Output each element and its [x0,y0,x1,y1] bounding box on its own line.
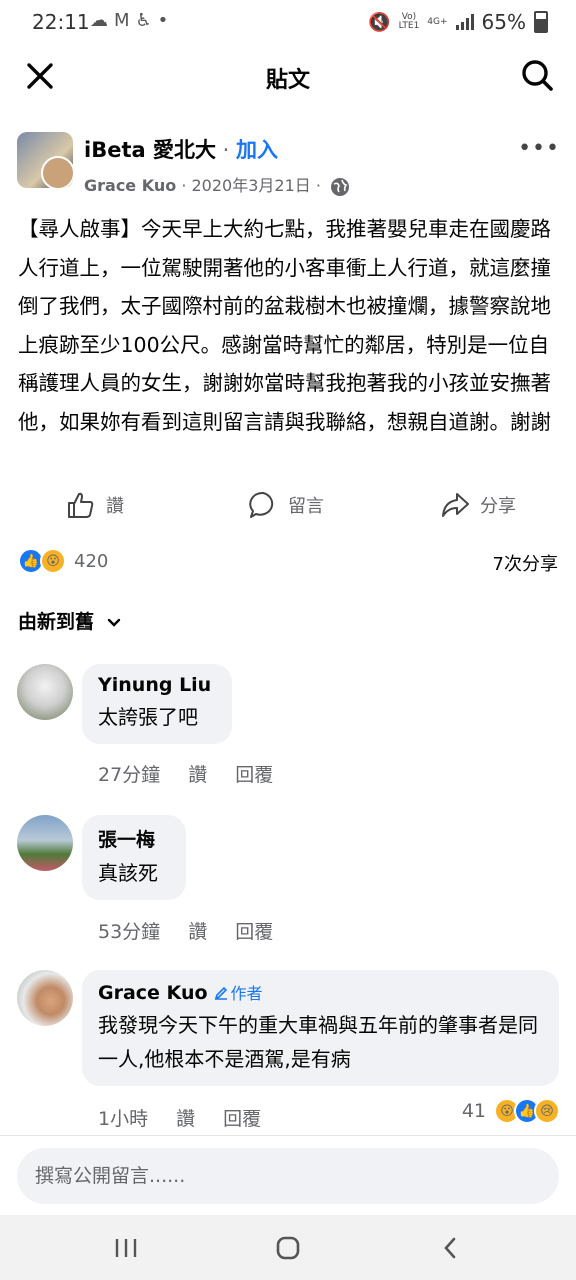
post-action-bar: 讚 留言 分享 [0,490,576,534]
recent-apps-icon[interactable] [106,1233,146,1263]
share-count[interactable]: 7次分享 [493,550,558,576]
comment-reactions[interactable]: 41 😮 👍 😢 [462,1098,560,1124]
comment-like-button[interactable]: 讚 [176,1108,195,1130]
comment-reply-button[interactable]: 回覆 [223,1108,261,1130]
battery-percent: 65% [481,10,526,34]
share-icon [442,493,469,517]
volte-indicator: Vo) LTE1 [398,12,420,31]
home-icon[interactable] [268,1233,308,1263]
battery-icon [534,11,548,33]
more-options-icon[interactable]: ••• [518,136,560,161]
compose-area: 撰寫公開留言...... [0,1135,576,1216]
sort-label: 由新到舊 [18,611,95,633]
commenter-avatar[interactable] [17,815,73,871]
group-name[interactable]: iBeta 愛北大 [84,138,216,162]
comment-icon [249,491,274,518]
system-nav-bar [0,1215,576,1280]
comment-sort-dropdown[interactable]: 由新到舊 [18,607,121,634]
top-bar: 貼文 [0,44,576,108]
comment-label: 留言 [288,496,324,517]
share-button[interactable]: 分享 [440,490,516,520]
comment-like-button[interactable]: 讚 [188,764,207,786]
author-badge: 作者 [214,984,263,1003]
like-label: 讚 [106,496,124,517]
like-button[interactable]: 讚 [66,490,124,520]
commenter-name[interactable]: Yinung Liu [98,674,216,696]
separator: · [215,138,236,162]
comment-like-button[interactable]: 讚 [188,921,207,943]
comment-bubble: 張一梅 真該死 [82,815,186,900]
comment-input[interactable]: 撰寫公開留言...... [17,1148,559,1204]
comment-time: 53分鐘 [98,921,161,943]
back-icon[interactable] [430,1233,470,1263]
reaction-summary[interactable]: 👍 😮 420 [18,548,108,574]
globe-icon [331,177,350,196]
comment-text: 太誇張了吧 [98,705,198,729]
pencil-icon [214,986,227,1000]
comment-text: 我發現今天下午的重大車禍與五年前的肇事者是同一人,他根本不是酒駕,是有病 [98,1013,538,1071]
status-bar: 22:11 ☁M♿• 🔇 Vo) LTE1 4G+ 65% [0,0,576,44]
notification-icons: ☁M♿• [90,10,174,31]
comment-actions: 1小時 讚 回覆 [98,1104,289,1131]
chevron-down-icon [107,618,120,627]
mute-icon: 🔇 [368,11,391,33]
post-date[interactable]: · 2020年3月21日 · [176,176,326,195]
group-title-row: iBeta 愛北大 · 加入 [84,134,278,164]
comment-button[interactable]: 留言 [248,490,324,520]
commenter-name-row: Grace Kuo 作者 [98,980,543,1004]
network-type: 4G+ [427,16,448,27]
search-icon[interactable] [520,58,554,92]
post-header: iBeta 愛北大 · 加入 Grace Kuo · 2020年3月21日 · … [0,130,576,200]
group-avatar[interactable] [17,132,73,188]
comment-reply-button[interactable]: 回覆 [235,764,273,786]
post-meta: Grace Kuo · 2020年3月21日 · [84,172,350,197]
status-right: 🔇 Vo) LTE1 4G+ 65% [368,10,548,34]
commenter-avatar[interactable] [17,970,73,1026]
join-button[interactable]: 加入 [236,138,278,162]
dot-icon: • [157,10,175,31]
commenter-name[interactable]: 張一梅 [98,825,170,852]
reaction-count: 420 [74,550,109,572]
signal-icon [455,14,474,30]
sad-reaction-icon: 😢 [534,1098,560,1124]
commenter-avatar[interactable] [17,664,73,720]
post-body: 【尋人啟事】今天早上大約七點，我推著嬰兒車走在國慶路人行道上，一位駕駛開著他的小… [18,217,551,434]
comment-text: 真該死 [98,861,158,885]
page-title: 貼文 [265,68,310,93]
post-author[interactable]: Grace Kuo [84,176,176,195]
gmail-icon: M [114,10,136,31]
comment-time: 27分鐘 [98,764,161,786]
comment-actions: 27分鐘 讚 回覆 [98,760,301,787]
cloud-icon: ☁ [90,10,114,31]
comment-actions: 53分鐘 讚 回覆 [98,917,301,944]
status-time: 22:11 [32,10,90,34]
wow-reaction-icon: 😮 [40,548,66,574]
comment-time: 1小時 [98,1108,149,1130]
commenter-name[interactable]: Grace Kuo [98,982,208,1004]
thumbs-up-icon [68,492,94,518]
share-label: 分享 [480,496,516,517]
author-mini-avatar [41,156,73,188]
comment-bubble: Yinung Liu 太誇張了吧 [82,664,232,744]
comment-reaction-count: 41 [461,1100,486,1122]
comment-reply-button[interactable]: 回覆 [235,921,273,943]
accessibility-icon: ♿ [135,10,158,31]
comment-bubble: Grace Kuo 作者 我發現今天下午的重大車禍與五年前的肇事者是同一人,他根本… [82,970,559,1086]
